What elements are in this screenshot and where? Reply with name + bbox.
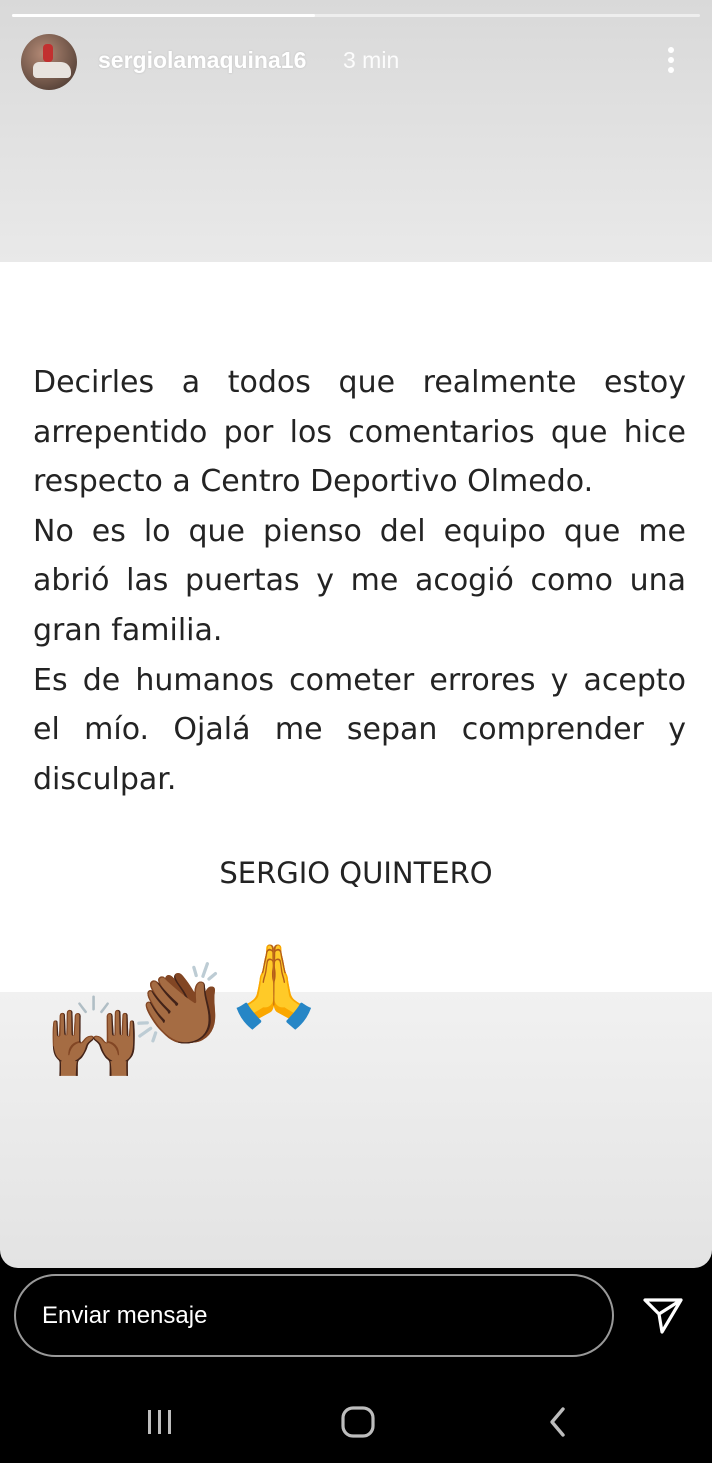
message-input[interactable]: Enviar mensaje [14,1274,614,1357]
story-progress-bar [12,14,700,17]
message-placeholder: Enviar mensaje [42,1302,208,1329]
story-viewer[interactable]: sergiolamaquina16 3 min Decirles a todos… [0,0,712,1268]
paper-plane-icon[interactable] [640,1292,686,1338]
emoji-stickers: 🙌🏾 👏🏾 🙏 [40,940,330,1110]
username[interactable]: sergiolamaquina16 [98,47,306,74]
paragraph-1: Decirles a todos que realmente estoy arr… [33,365,686,500]
signature: SERGIO QUINTERO [219,856,493,890]
back-icon[interactable] [533,1400,583,1444]
story-progress-fill [12,14,315,17]
system-navigation-bar [0,1380,712,1463]
folded-hands-emoji: 🙏 [224,939,324,1032]
raising-hands-emoji: 🙌🏾 [44,991,144,1084]
clapping-hands-emoji: 👏🏾 [130,959,230,1052]
story-timestamp: 3 min [343,47,400,73]
more-vertical-icon[interactable] [656,40,686,80]
paragraph-2: No es lo que pienso del equipo que me ab… [33,513,686,648]
home-icon[interactable] [333,1400,383,1444]
recents-icon[interactable] [135,1400,185,1444]
story-text: Decirles a todos que realmente estoy arr… [33,358,686,804]
avatar[interactable] [21,34,77,90]
paragraph-3: Es de humanos cometer errores y acepto e… [33,662,686,797]
